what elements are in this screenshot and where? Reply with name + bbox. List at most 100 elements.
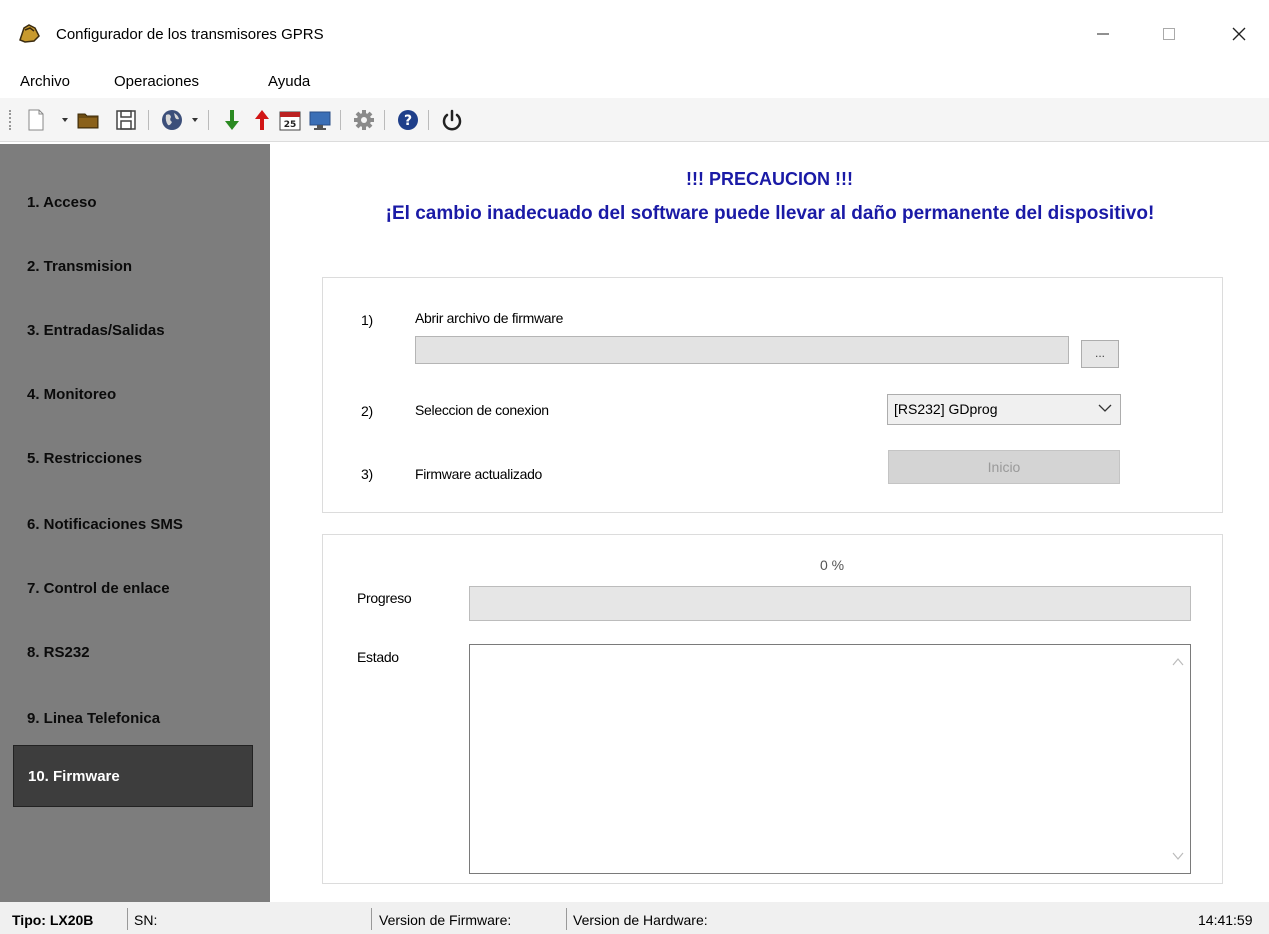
warning-text: ¡El cambio inadecuado del software puede… [385, 203, 1155, 224]
status-separator [566, 908, 567, 930]
menu-ayuda[interactable]: Ayuda [268, 73, 310, 90]
open-folder-icon [77, 113, 99, 129]
title-bar: Configurador de los transmisores GPRS [0, 0, 1269, 64]
toolbar-separator [428, 110, 429, 130]
device-type: Tipo: LX20B [12, 912, 94, 928]
main-content: !!! PRECAUCION !!! ¡El cambio inadecuado… [270, 144, 1269, 902]
sidebar-item-transmision[interactable]: 2. Transmision [13, 236, 253, 298]
sidebar-item-linea-telefonica[interactable]: 9. Linea Telefonica [13, 688, 253, 750]
maximize-button[interactable] [1146, 14, 1192, 54]
sidebar-item-label: 10. Firmware [28, 768, 120, 785]
sidebar-item-monitoreo[interactable]: 4. Monitoreo [13, 364, 253, 426]
status-separator [371, 908, 372, 930]
open-folder-button[interactable] [76, 108, 100, 132]
sidebar-item-label: 1. Acceso [27, 194, 97, 211]
globe-icon [162, 110, 182, 130]
sidebar-item-acceso[interactable]: 1. Acceso [13, 172, 253, 234]
status-log-textarea[interactable] [469, 644, 1191, 874]
upload-button[interactable] [250, 108, 274, 132]
new-file-dropdown-icon[interactable] [62, 118, 68, 122]
menu-archivo[interactable]: Archivo [20, 73, 70, 90]
globe-button[interactable] [160, 108, 184, 132]
step3-number: 3) [361, 466, 373, 482]
progress-label: Progreso [357, 590, 412, 606]
help-icon: ? [398, 110, 418, 130]
new-file-icon [28, 109, 44, 131]
power-icon [442, 109, 462, 131]
download-arrow-icon [225, 110, 239, 130]
sidebar-item-firmware[interactable]: 10. Firmware [13, 745, 253, 807]
monitor-button[interactable] [308, 108, 332, 132]
firmware-file-path-field[interactable] [415, 336, 1069, 364]
status-separator [127, 908, 128, 930]
toolbar-separator [384, 110, 385, 130]
step1-label: Abrir archivo de firmware [415, 310, 564, 326]
app-logo-icon [19, 24, 40, 43]
monitor-icon [309, 111, 331, 130]
gear-icon [354, 110, 374, 130]
power-button[interactable] [440, 108, 464, 132]
sidebar-item-label: 2. Transmision [27, 258, 133, 275]
minimize-icon [1097, 33, 1109, 35]
browse-file-button[interactable]: ... [1081, 340, 1119, 368]
sidebar-item-label: 3. Entradas/Salidas [27, 322, 165, 339]
sidebar-item-control-de-enlace[interactable]: 7. Control de enlace [13, 558, 253, 620]
step2-number: 2) [361, 403, 373, 419]
menu-operaciones[interactable]: Operaciones [114, 73, 199, 90]
firmware-steps-panel: 1) Abrir archivo de firmware ... 2) Sele… [322, 277, 1223, 513]
step3-label: Firmware actualizado [415, 466, 543, 482]
close-icon [1232, 27, 1246, 41]
save-icon [116, 110, 136, 130]
sidebar-item-notificaciones-sms[interactable]: 6. Notificaciones SMS [13, 494, 253, 556]
toolbar-grip[interactable] [9, 110, 12, 130]
serial-number: SN: [134, 912, 158, 928]
sidebar-item-label: 6. Notificaciones SMS [27, 516, 183, 533]
toolbar-separator [148, 110, 149, 130]
toolbar-separator [208, 110, 209, 130]
toolbar-separator [340, 110, 341, 130]
clock: 14:41:59 [1198, 912, 1253, 928]
calendar-button[interactable]: 25 [278, 108, 302, 132]
firmware-version: Version de Firmware: [379, 912, 512, 928]
chevron-down-icon [1098, 404, 1112, 412]
sidebar-item-label: 9. Linea Telefonica [27, 710, 161, 727]
status-bar: Tipo: LX20B SN: Version de Firmware: Ver… [0, 902, 1269, 934]
progress-percent: 0 % [820, 557, 845, 573]
save-button[interactable] [114, 108, 138, 132]
step1-number: 1) [361, 312, 373, 328]
hardware-version: Version de Hardware: [573, 912, 708, 928]
calendar-icon: 25 [279, 111, 301, 131]
close-button[interactable] [1216, 14, 1262, 54]
menu-bar: Archivo Operaciones Ayuda [0, 64, 1269, 98]
progress-panel: 0 % Progreso Estado [322, 534, 1223, 884]
help-button[interactable]: ? [396, 108, 420, 132]
sidebar-item-label: 4. Monitoreo [27, 386, 117, 403]
connection-select-value: [RS232] GDprog [894, 401, 998, 417]
sidebar-item-rs232[interactable]: 8. RS232 [13, 622, 253, 684]
sidebar-item-label: 8. RS232 [27, 644, 90, 661]
sidebar-item-label: 5. Restricciones [27, 450, 143, 467]
sidebar-item-restricciones[interactable]: 5. Restricciones [13, 428, 253, 490]
status-label: Estado [357, 649, 399, 665]
minimize-button[interactable] [1080, 14, 1126, 54]
window-title: Configurador de los transmisores GPRS [56, 26, 324, 43]
scroll-up-icon[interactable] [1172, 657, 1184, 667]
warning-title: !!! PRECAUCION !!! [686, 169, 853, 189]
upload-arrow-icon [255, 110, 269, 130]
start-button[interactable]: Inicio [888, 450, 1120, 484]
new-file-button[interactable] [24, 108, 48, 132]
download-button[interactable] [220, 108, 244, 132]
sidebar: 1. Acceso 2. Transmision 3. Entradas/Sal… [0, 144, 270, 902]
sidebar-item-entradas-salidas[interactable]: 3. Entradas/Salidas [13, 300, 253, 362]
globe-dropdown-icon[interactable] [192, 118, 198, 122]
sidebar-item-label: 7. Control de enlace [27, 580, 170, 597]
step2-label: Seleccion de conexion [415, 402, 549, 418]
toolbar: 25 ? [0, 98, 1269, 142]
scroll-down-icon[interactable] [1172, 851, 1184, 861]
settings-button[interactable] [352, 108, 376, 132]
connection-select[interactable]: [RS232] GDprog [887, 394, 1121, 425]
svg-text:?: ? [404, 113, 412, 129]
maximize-icon [1163, 28, 1175, 40]
calendar-day-text: 25 [284, 120, 297, 130]
progress-bar [469, 586, 1191, 621]
